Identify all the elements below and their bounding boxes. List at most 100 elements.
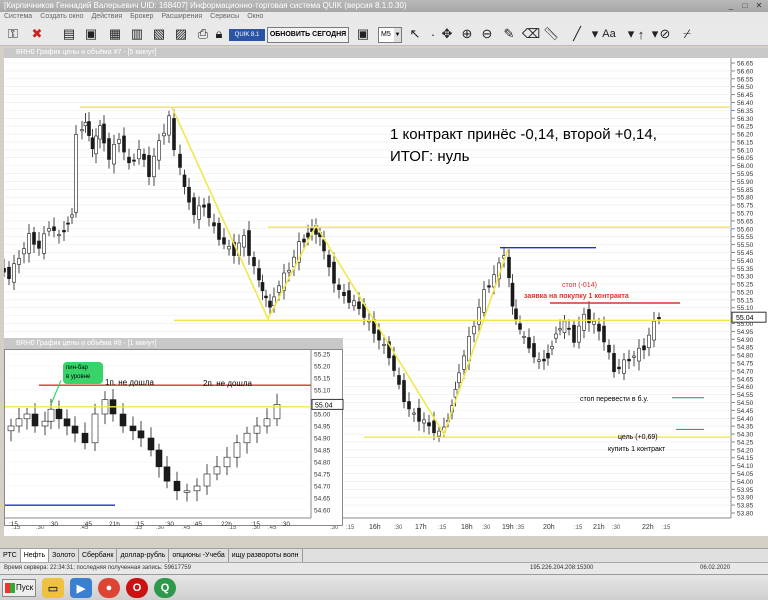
media-player-icon[interactable]: ▶ [70,578,92,598]
delete-drawings-icon[interactable]: ⌿ [678,24,696,44]
text-tool-icon[interactable]: Aa [598,24,620,44]
maximize-icon[interactable]: □ [740,1,750,10]
bottom-tab[interactable]: доллар-рубль [117,549,170,562]
inset-price-tick-label: 54.90 [314,436,331,443]
menu-item-4[interactable]: Расширения [161,12,202,22]
bottom-tabs: РТС Нефть Золото Сбербанк доллар-рубль опцион… [0,548,768,562]
inset-price-tick-label: 54.60 [314,508,331,515]
price-tick-label: 55.90 [737,179,754,186]
inset-time-tick-label: 21h [109,521,120,527]
lock-icon[interactable]: 🔒︎ [210,24,228,44]
quik-app-icon[interactable]: Q [154,578,176,598]
price-tick-label: 56.30 [737,116,754,123]
menu-item-1[interactable]: Создать окно [40,12,83,22]
inset-price-chart[interactable]: 55.2555.2055.1555.1055.0555.0054.9554.90… [5,350,344,528]
price-tick-label: 54.85 [737,345,754,352]
candle-body [80,129,84,132]
price-tick-label: 56.40 [737,100,754,107]
menu-item-6[interactable]: Окно [247,12,263,22]
timeframe-select[interactable]: M5 ▼ [378,27,402,43]
main-chart-title: BRH0 График цены и объёма #7 - [5 минут] [16,49,157,56]
inset-price-tick-label: 54.85 [314,448,331,455]
portfolio-icon[interactable]: ▨ [172,24,190,44]
bottom-tab[interactable]: РТС [0,549,21,562]
inset-candle-body [263,418,271,427]
chevron-down-icon[interactable]: ▼ [394,28,401,42]
candle-body [207,203,211,218]
buy-one-contract-label: купить 1 контракт [608,446,666,453]
line-tool-icon[interactable]: ╱ [568,24,586,44]
candle-body [382,344,386,346]
inset-chart-window-title[interactable]: BRH0 График цены и объёма #8 - [1 минут] [4,338,343,349]
price-tick-label: 56.05 [737,155,754,162]
window-title: [Кирпичников Геннадий Валерьевич UID: 16… [4,1,407,10]
candle-body [572,324,576,343]
chrome-icon[interactable]: ● [98,578,120,598]
eraser-icon[interactable]: ⌫ [522,24,540,44]
update-today-button[interactable]: ОБНОВИТЬ СЕГОДНЯ [267,27,349,43]
trades-icon[interactable]: ▧ [150,24,168,44]
inset-price-tick-label: 54.75 [314,472,331,479]
inset-candle-body [31,413,39,427]
inset-chart-area[interactable]: 55.2555.2055.1555.1055.0555.0054.9554.90… [4,349,344,528]
start-button[interactable]: Пуск [2,579,36,597]
price-tick-label: 55.60 [737,226,754,233]
candle-body [107,138,111,160]
candle-body [347,290,351,303]
bottom-tab[interactable]: ищу развороты волн [229,549,303,562]
move-icon[interactable]: ✥ [438,24,456,44]
hide-drawings-icon[interactable]: ⊘ [656,24,674,44]
new-table-icon[interactable]: ▤ [60,24,78,44]
disconnect-icon[interactable]: ✖ [28,24,46,44]
move-stop-label: стоп перевести в б.у. [580,396,649,403]
bottom-tab[interactable]: Сбербанк [79,549,118,562]
price-tick-label: 55.45 [737,250,754,257]
menu-item-2[interactable]: Действия [91,12,122,22]
keys-icon[interactable]: ⚿ [4,24,22,44]
candle-body [277,285,281,293]
candle-body [617,366,621,370]
inset-candle-body [23,413,31,420]
inset-time-tick-label: :30 [165,521,174,527]
file-explorer-icon[interactable]: ▭ [42,578,64,598]
quotes-icon[interactable]: ▦ [106,24,124,44]
bottom-tab[interactable]: Золото [49,549,79,562]
candle-body [192,197,196,216]
pencil-icon[interactable]: ✎ [500,24,518,44]
status-date: 06.02.2020 [700,565,731,571]
headline-line-2: ИТОГ: нуль [390,148,470,165]
candle-body [518,323,522,330]
candle-body [542,358,546,362]
price-tick-label: 54.65 [737,376,754,383]
candle-body [642,345,646,351]
candle-body [252,257,256,267]
candle-body [178,153,182,168]
candle-body [302,238,306,243]
minimize-icon[interactable]: _ [726,1,736,10]
menu-item-5[interactable]: Сервисы [210,12,239,22]
title-bar: [Кирпичников Геннадий Валерьевич UID: 16… [0,0,768,12]
candle-body [422,419,426,424]
zoom-in-icon[interactable]: ⊕ [458,24,476,44]
price-tick-label: 54.35 [737,424,754,431]
time-tick-minor-label: :15 [346,525,355,531]
orders-icon[interactable]: ▥ [128,24,146,44]
menu-item-0[interactable]: Система [4,12,32,22]
zoom-out-icon[interactable]: ⊖ [478,24,496,44]
ruler-icon[interactable]: 📏︎ [542,24,560,44]
cursor-icon[interactable]: ↖ [406,24,424,44]
main-chart-window-title[interactable]: BRH0 График цены и объёма #7 - [5 минут] [4,48,768,58]
bottom-tab[interactable]: опционы -Учеба [169,549,229,562]
close-icon[interactable]: ✕ [754,1,764,10]
opera-icon[interactable]: O [126,578,148,598]
bottom-tab[interactable]: Нефть [20,549,50,562]
inset-candle-body [41,420,49,427]
chart-window-icon[interactable]: ▣ [82,24,100,44]
price-tick-label: 55.30 [737,274,754,281]
chart-settings-icon[interactable]: ▣ [354,24,372,44]
candle-body [47,228,51,232]
candle-body [306,232,310,238]
buy-order-label: заявка на покупку 1 контракта [524,293,629,300]
menu-item-3[interactable]: Брокер [130,12,153,22]
pinbar-callout: пин-бар в уровне [63,362,103,384]
